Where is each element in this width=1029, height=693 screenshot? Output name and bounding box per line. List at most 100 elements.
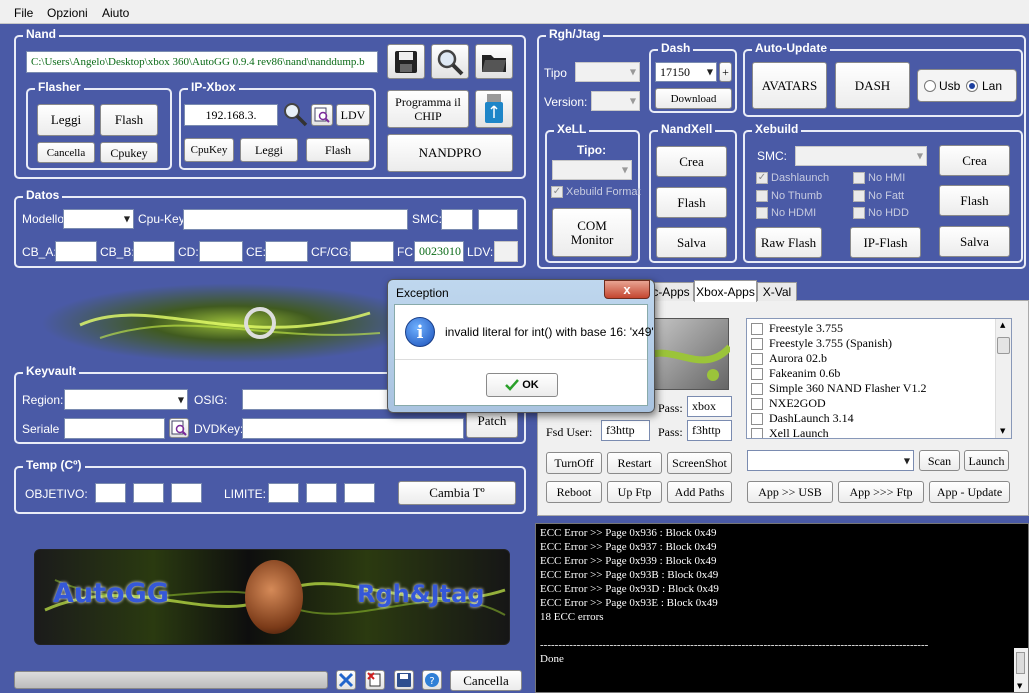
- list-item[interactable]: Simple 360 NAND Flasher V1.2: [747, 381, 1011, 396]
- upftp-button[interactable]: Up Ftp: [607, 481, 662, 503]
- cpukey-field[interactable]: [183, 209, 408, 230]
- list-item[interactable]: Freestyle 3.755 (Spanish): [747, 336, 1011, 351]
- limit-temp-field-1[interactable]: [268, 483, 299, 503]
- checkbox-icon[interactable]: [751, 337, 763, 350]
- dialog-ok-button[interactable]: OK: [486, 373, 558, 397]
- ipxbox-ldv-button[interactable]: LDV: [336, 104, 370, 126]
- scroll-down-icon[interactable]: ▼: [1000, 427, 1005, 435]
- usb-device-button[interactable]: [475, 90, 513, 128]
- checkbox-icon[interactable]: [751, 427, 763, 438]
- checkbox-icon[interactable]: [751, 352, 763, 365]
- model-combo[interactable]: ▼: [63, 209, 134, 229]
- limit-temp-field-2[interactable]: [306, 483, 337, 503]
- delete-file-button[interactable]: [365, 670, 385, 690]
- xebuild-flash-button[interactable]: Flash: [939, 185, 1010, 216]
- ip-flash-button[interactable]: IP-Flash: [850, 227, 921, 258]
- checkbox-icon[interactable]: [751, 397, 763, 410]
- apps-list-scrollbar[interactable]: ▲ ▼: [995, 319, 1011, 438]
- addpaths-button[interactable]: Add Paths: [667, 481, 732, 503]
- no-fatt-checkbox[interactable]: No Fatt: [853, 190, 904, 202]
- ipxbox-flash-button[interactable]: Flash: [306, 138, 370, 162]
- raw-flash-button[interactable]: Raw Flash: [755, 227, 822, 258]
- bottom-cancel-button[interactable]: Cancella: [450, 670, 522, 691]
- no-hdmi-checkbox[interactable]: No HDMI: [756, 207, 816, 219]
- screenshot-button[interactable]: ScreenShot: [667, 452, 732, 474]
- scan-button[interactable]: Scan: [919, 450, 960, 471]
- no-hdd-checkbox[interactable]: No HDD: [853, 207, 909, 219]
- log-scrollbar[interactable]: ▼: [1014, 648, 1028, 692]
- list-item[interactable]: DashLaunch 3.14: [747, 411, 1011, 426]
- com-monitor-button[interactable]: COM Monitor: [552, 208, 632, 257]
- cbb-field[interactable]: [133, 241, 175, 262]
- fsd-user-field[interactable]: f3http: [601, 420, 650, 441]
- dialog-close-button[interactable]: x: [604, 280, 650, 299]
- program-chip-button[interactable]: Programma il CHIP: [387, 90, 469, 128]
- tab-xbox-apps[interactable]: Xbox-Apps: [694, 280, 757, 302]
- save-log-button[interactable]: [394, 670, 414, 690]
- limit-temp-field-3[interactable]: [344, 483, 375, 503]
- region-combo[interactable]: ▼: [64, 389, 188, 410]
- checkbox-icon[interactable]: [751, 367, 763, 380]
- ftp-pass-field-1[interactable]: xbox: [687, 396, 732, 417]
- tools-button[interactable]: [336, 670, 356, 690]
- ip-address-field[interactable]: 192.168.3.: [184, 104, 278, 126]
- checkbox-icon[interactable]: [751, 412, 763, 425]
- scroll-thumb[interactable]: [997, 337, 1010, 354]
- launch-button[interactable]: Launch: [964, 450, 1009, 471]
- open-folder-button[interactable]: [475, 44, 513, 79]
- scroll-up-icon[interactable]: ▲: [1000, 321, 1005, 329]
- nandpro-button[interactable]: NANDPRO: [387, 134, 513, 172]
- fc-field[interactable]: 0023010: [414, 241, 464, 262]
- menu-file[interactable]: File: [14, 6, 33, 20]
- ip-scan-button[interactable]: [311, 104, 333, 126]
- dash-add-button[interactable]: +: [719, 62, 732, 82]
- app-to-ftp-button[interactable]: App >>> Ftp: [838, 481, 924, 503]
- dvdkey-field[interactable]: [242, 418, 464, 439]
- serial-search-button[interactable]: [169, 418, 189, 438]
- nandxell-create-button[interactable]: Crea: [656, 146, 727, 177]
- flasher-flash-button[interactable]: Flash: [100, 104, 158, 136]
- tab-xval[interactable]: X-Val: [757, 282, 797, 301]
- lan-radio[interactable]: [966, 80, 978, 92]
- checkbox-icon[interactable]: [751, 382, 763, 395]
- dash-version-combo[interactable]: 17150 ▼: [655, 62, 717, 82]
- cba-field[interactable]: [55, 241, 97, 262]
- search-nand-button[interactable]: [431, 44, 469, 79]
- nandxell-save-button[interactable]: Salva: [656, 227, 727, 258]
- scroll-down-icon[interactable]: ▼: [1017, 682, 1022, 690]
- xell-type-combo[interactable]: ▼: [552, 160, 632, 180]
- dashlaunch-checkbox[interactable]: ✓ Dashlaunch: [756, 172, 829, 184]
- serial-field[interactable]: [64, 418, 165, 439]
- about-button[interactable]: ?: [422, 670, 442, 690]
- menu-options[interactable]: Opzioni: [47, 6, 88, 20]
- ip-search-button[interactable]: [281, 101, 309, 127]
- reboot-button[interactable]: Reboot: [546, 481, 602, 503]
- checkbox-icon[interactable]: [751, 322, 763, 335]
- change-temp-button[interactable]: Cambia Tº: [398, 481, 516, 505]
- dash-update-button[interactable]: DASH: [835, 62, 910, 109]
- app-to-usb-button[interactable]: App >> USB: [747, 481, 833, 503]
- ipxbox-cpukey-button[interactable]: CpuKey: [184, 138, 234, 162]
- target-temp-field-1[interactable]: [95, 483, 126, 503]
- cfcg-field[interactable]: [350, 241, 394, 262]
- smc-field-1[interactable]: [441, 209, 473, 230]
- list-item[interactable]: Fakeanim 0.6b: [747, 366, 1011, 381]
- avatars-button[interactable]: AVATARS: [752, 62, 827, 109]
- rgh-type-combo[interactable]: ▼: [575, 62, 640, 82]
- target-temp-field-3[interactable]: [171, 483, 202, 503]
- list-item[interactable]: NXE2GOD: [747, 396, 1011, 411]
- smc-field-2[interactable]: [478, 209, 518, 230]
- target-temp-field-2[interactable]: [133, 483, 164, 503]
- launch-combo[interactable]: ▼: [747, 450, 914, 471]
- rgh-version-combo[interactable]: ▼: [591, 91, 640, 111]
- usb-radio[interactable]: [924, 80, 936, 92]
- dash-download-button[interactable]: Download: [655, 88, 732, 109]
- cd-field[interactable]: [199, 241, 243, 262]
- nandxell-flash-button[interactable]: Flash: [656, 187, 727, 218]
- app-update-button[interactable]: App - Update: [929, 481, 1010, 503]
- restart-button[interactable]: Restart: [607, 452, 662, 474]
- log-scroll-thumb[interactable]: [1016, 652, 1025, 674]
- xebuild-smc-combo[interactable]: ▼: [795, 146, 927, 166]
- list-item[interactable]: Freestyle 3.755: [747, 321, 1011, 336]
- turnoff-button[interactable]: TurnOff: [546, 452, 602, 474]
